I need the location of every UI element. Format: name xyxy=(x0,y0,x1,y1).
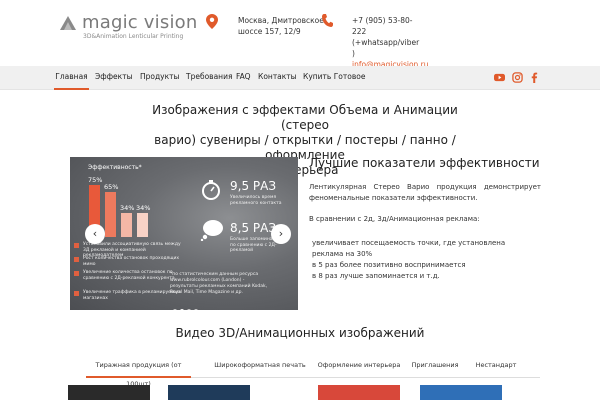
info-list-line: увеличивает посещаемость точки, где уста… xyxy=(312,239,506,247)
slider-title: Эффективность* xyxy=(88,164,142,171)
slider-dot[interactable] xyxy=(180,309,184,310)
tab-custom[interactable]: Нестандарт xyxy=(468,356,524,378)
nav-item-buy-ready[interactable]: Купить Готовое xyxy=(303,66,365,90)
slider-dot[interactable] xyxy=(173,309,177,310)
bar-label: 34% xyxy=(136,204,151,212)
source-note: *по статистическим данным ресурса www.ru… xyxy=(170,272,268,295)
phone-line[interactable]: +7 (905) 53-80- xyxy=(352,15,432,26)
phone-note: ) xyxy=(352,49,355,58)
bar-label: 65% xyxy=(104,183,119,191)
instagram-icon[interactable] xyxy=(512,72,523,83)
youtube-icon[interactable] xyxy=(494,72,505,83)
info-list-line: реклама на 30% xyxy=(312,250,373,258)
video-tabs: Тиражная продукция (от 100шт) Широкоформ… xyxy=(86,356,540,388)
tab-invitations[interactable]: Приглашения xyxy=(404,356,466,378)
location-pin-icon xyxy=(206,14,218,29)
nav-item-effects[interactable]: Эффекты xyxy=(95,66,133,90)
slider-prev-button[interactable]: ‹ xyxy=(85,224,105,244)
thought-bubble-icon xyxy=(200,220,223,241)
stat-value: 9,5 РАЗ xyxy=(230,179,277,193)
phone-line[interactable]: 222 xyxy=(352,26,432,37)
logo-name: magic vision xyxy=(82,12,198,33)
legend-item: Увеличение количества остановок по сравн… xyxy=(74,270,183,281)
logo-tagline: 3D&Animation Lenticular Printing xyxy=(83,33,184,40)
phone-note: (+whatsapp/viber xyxy=(352,38,420,47)
bar-label: 34% xyxy=(120,204,135,212)
slider-dot[interactable] xyxy=(194,309,198,310)
legend-item: Увеличение траффика в рекламируемых мага… xyxy=(74,290,183,301)
headline-line: Изображения с эффектами Объема и Анимаци… xyxy=(152,103,458,132)
info-title: Лучшие показатели эффективности xyxy=(309,156,540,170)
info-paragraph: Лентикулярная Стерео Варио продукция дем… xyxy=(309,183,541,202)
info-list-line: в 5 раз более позитивно воспринимается xyxy=(312,261,466,269)
video-thumbnail[interactable] xyxy=(68,385,150,400)
nav-item-requirements[interactable]: Требования xyxy=(186,66,232,90)
nav-item-faq[interactable]: FAQ xyxy=(236,66,251,90)
contacts: +7 (905) 53-80- 222 (+whatsapp/viber ) i… xyxy=(352,15,432,70)
phone-icon xyxy=(322,14,333,27)
effectiveness-info: Лучшие показатели эффективности Лентикул… xyxy=(309,156,541,280)
bar xyxy=(137,213,148,237)
nav-item-products[interactable]: Продукты xyxy=(140,66,179,90)
tab-wide-format[interactable]: Широкоформатная печать xyxy=(214,356,306,378)
address-line: шоссе 157, 12/9 xyxy=(238,27,301,36)
video-thumbnail[interactable] xyxy=(168,385,250,400)
tab-mass-production[interactable]: Тиражная продукция (от 100шт) xyxy=(86,356,191,388)
info-paragraph: В сравнении с 2д, 3д/Анимационная реклам… xyxy=(309,215,480,223)
facebook-icon[interactable] xyxy=(529,72,540,83)
stopwatch-icon xyxy=(202,180,220,200)
slider-pagination xyxy=(173,298,201,310)
video-thumbnail[interactable] xyxy=(420,385,502,400)
bar xyxy=(121,213,132,237)
nav-item-contacts[interactable]: Контакты xyxy=(258,66,297,90)
slider-next-button[interactable]: › xyxy=(271,224,291,244)
logo[interactable]: magic vision 3D&Animation Lenticular Pri… xyxy=(58,12,198,42)
tab-interior[interactable]: Оформление интерьера xyxy=(314,356,404,378)
logo-mark-icon xyxy=(60,16,76,30)
video-thumbnail[interactable] xyxy=(318,385,400,400)
site-header: magic vision 3D&Animation Lenticular Pri… xyxy=(0,0,600,69)
info-list: увеличивает посещаемость точки, где уста… xyxy=(312,238,544,282)
main-nav: Главная Эффекты Продукты Требования FAQ … xyxy=(0,66,600,90)
bar xyxy=(105,192,116,237)
stat-text: Увеличилось время рекламного контакта xyxy=(230,195,282,206)
video-section-title: Видео 3D/Анимационных изображений xyxy=(175,326,425,340)
stat-value: 8,5 РАЗ xyxy=(230,221,277,235)
info-list-line: в 8 раз лучше запоминается и т.д. xyxy=(312,272,440,280)
effectiveness-slider: Эффективность* 75% 65% 34% 34% Установили а… xyxy=(70,157,298,310)
nav-item-home[interactable]: Главная xyxy=(54,66,89,90)
bar-label: 75% xyxy=(88,176,103,184)
legend-item: Рост количества остановок проходящих мим… xyxy=(74,256,183,267)
slider-dot[interactable] xyxy=(187,309,191,310)
